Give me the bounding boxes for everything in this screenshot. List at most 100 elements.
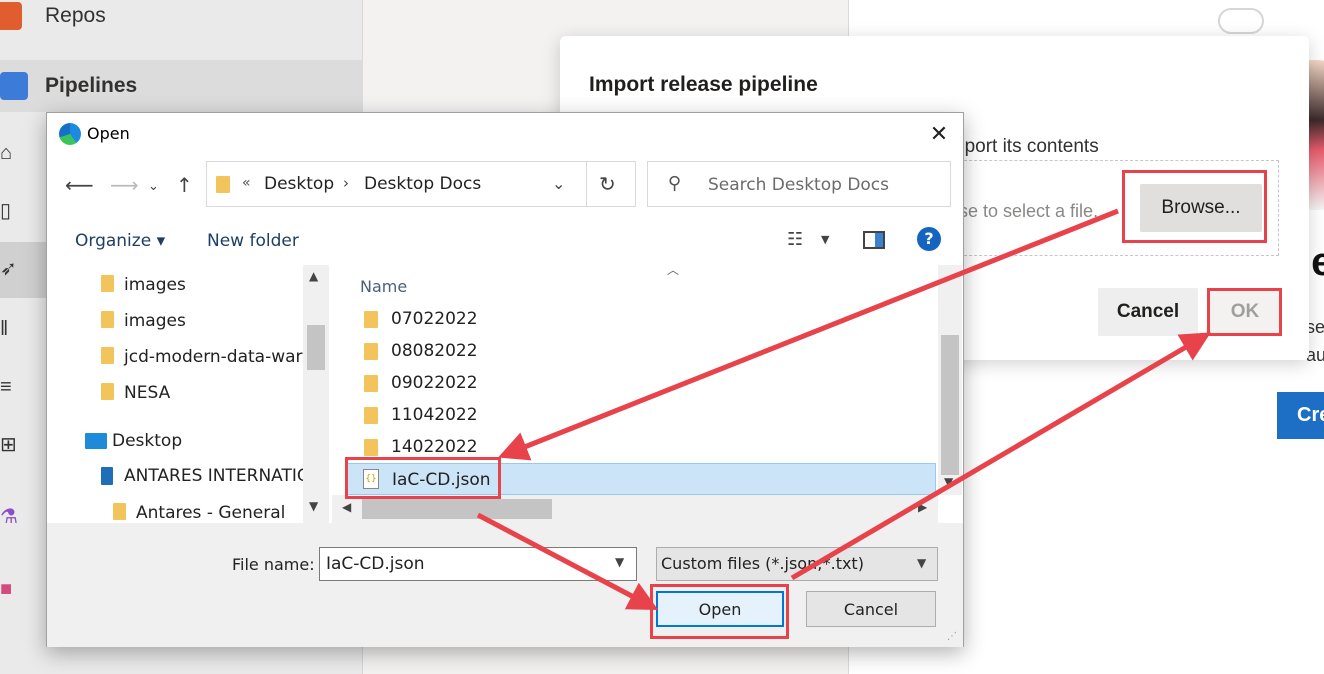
navigation-pane: images images jcd-modern-data-ware NESA … xyxy=(47,265,329,523)
folder-icon xyxy=(101,275,114,292)
folder-icon xyxy=(216,176,230,193)
folder-icon xyxy=(364,311,378,328)
chevron-down-icon[interactable]: ⌄ xyxy=(148,179,159,194)
scroll-thumb[interactable] xyxy=(307,325,325,370)
scroll-right-icon[interactable]: ▶ xyxy=(918,500,927,514)
navigation-bar: ⟵ ⟶ ⌄ ↑ « Desktop › Desktop Docs ⌄ ↻ ⚲ S… xyxy=(47,157,963,215)
sidebar-item-repos[interactable]: Repos xyxy=(0,0,363,42)
sidebar-item-label: Pipelines xyxy=(45,74,138,97)
nav-item-antares-general[interactable]: Antares - General xyxy=(136,503,285,523)
file-name-field[interactable] xyxy=(319,547,637,581)
rocket-icon: ➶ xyxy=(0,258,17,280)
column-header-name[interactable]: Name xyxy=(360,277,407,296)
chevron-down-icon[interactable]: ▼ xyxy=(615,555,624,569)
highlight-json-file xyxy=(345,457,501,499)
sort-ascending-icon: ︿ xyxy=(667,265,680,277)
refresh-icon[interactable]: ↻ xyxy=(599,172,616,196)
highlight-browse xyxy=(1122,170,1267,243)
up-arrow-icon[interactable]: ↑ xyxy=(176,173,193,197)
highlight-open xyxy=(650,584,789,639)
desktop-icon xyxy=(85,433,107,449)
file-name-label: File name: xyxy=(232,555,315,574)
dialog-titlebar[interactable]: Open ✕ xyxy=(47,113,963,157)
file-list-horizontal-scrollbar[interactable]: ◀ ▶ xyxy=(332,495,938,523)
scroll-left-icon[interactable]: ◀ xyxy=(342,500,351,514)
search-placeholder: Search Desktop Docs xyxy=(708,175,890,195)
dialog-description: nport its contents xyxy=(954,136,1099,157)
list-item[interactable]: 08082022 xyxy=(346,335,936,367)
flask-icon: ⚗ xyxy=(0,506,18,528)
open-file-dialog: Open ✕ ⟵ ⟶ ⌄ ↑ « Desktop › Desktop Docs … xyxy=(46,112,964,647)
dialog-footer: File name: ▼ Custom files (*.json;*.txt)… xyxy=(47,523,963,647)
file-name: 07022022 xyxy=(391,309,478,329)
folder-icon xyxy=(364,439,378,456)
help-icon[interactable]: ? xyxy=(917,227,941,251)
file-type-select[interactable]: Custom files (*.json;*.txt) ▼ xyxy=(656,547,938,581)
repos-icon xyxy=(0,2,22,30)
resize-grip-icon[interactable]: ⋰ xyxy=(947,631,957,642)
nav-item-images[interactable]: images xyxy=(124,275,186,295)
chevron-right-icon[interactable]: › xyxy=(343,174,349,192)
breadcrumb-desktop-docs[interactable]: Desktop Docs xyxy=(364,174,481,194)
list-item[interactable]: 07022022 xyxy=(346,303,936,335)
task-groups-icon: ≡ xyxy=(0,376,12,398)
nav-item-desktop[interactable]: Desktop xyxy=(112,431,182,451)
view-options-icon[interactable]: ☷ xyxy=(787,229,803,250)
folder-icon xyxy=(364,375,378,392)
cancel-button[interactable]: Cancel xyxy=(806,591,936,627)
new-folder-button[interactable]: New folder xyxy=(207,231,299,251)
folder-icon xyxy=(364,407,378,424)
nav-item-jcd-modern-data-ware[interactable]: jcd-modern-data-ware xyxy=(124,347,313,367)
deployment-groups-icon: ⊞ xyxy=(0,434,17,456)
factory-icon: ⌂ xyxy=(0,142,13,164)
folder-icon xyxy=(101,383,114,400)
pipelines-icon xyxy=(0,72,28,100)
cloud-icon xyxy=(1218,8,1264,34)
folder-icon xyxy=(364,343,378,360)
edge-browser-icon xyxy=(59,123,81,145)
folder-icon xyxy=(101,347,114,364)
nav-pane-scrollbar[interactable]: ▲ ▼ xyxy=(303,265,329,523)
preview-pane-icon[interactable] xyxy=(863,231,885,249)
file-name: 14022022 xyxy=(391,437,478,457)
list-item[interactable]: 11042022 xyxy=(346,399,936,431)
address-bar[interactable]: « Desktop › Desktop Docs ⌄ ↻ xyxy=(206,161,636,207)
library-icon: ‖ xyxy=(0,318,9,340)
cancel-button[interactable]: Cancel xyxy=(1098,288,1198,336)
chevron-down-icon[interactable]: ⌄ xyxy=(552,174,565,193)
organize-menu-button[interactable]: Organize ▾ xyxy=(75,231,165,251)
scroll-thumb[interactable] xyxy=(362,499,552,519)
close-icon[interactable]: ✕ xyxy=(925,121,953,149)
chevron-down-icon[interactable]: ▼ xyxy=(821,233,829,246)
scroll-down-icon[interactable]: ▼ xyxy=(309,499,318,513)
file-list-vertical-scrollbar[interactable]: ▼ xyxy=(938,265,962,495)
folder-icon xyxy=(113,503,126,520)
scroll-down-icon[interactable]: ▼ xyxy=(944,475,953,489)
divider xyxy=(586,162,587,206)
breadcrumb-desktop[interactable]: Desktop xyxy=(264,174,334,194)
create-pipeline-button[interactable]: Cre xyxy=(1277,392,1324,439)
scroll-up-icon[interactable]: ▲ xyxy=(309,269,318,283)
file-name: 09022022 xyxy=(391,373,478,393)
back-arrow-icon[interactable]: ⟵ xyxy=(65,173,94,197)
dialog-title: Open xyxy=(87,124,130,143)
artifacts-icon: ■ xyxy=(0,578,13,600)
search-input[interactable]: ⚲ Search Desktop Docs xyxy=(647,161,951,207)
folder-icon xyxy=(101,311,114,328)
list-item[interactable]: 09022022 xyxy=(346,367,936,399)
search-icon: ⚲ xyxy=(668,173,682,194)
sidebar-item-label: Repos xyxy=(45,4,106,27)
file-name: 08082022 xyxy=(391,341,478,361)
chevron-down-icon: ▼ xyxy=(917,556,927,570)
scroll-thumb[interactable] xyxy=(941,335,959,475)
sidebar-item-pipelines[interactable]: Pipelines xyxy=(0,60,363,112)
dialog-title: Import release pipeline xyxy=(589,73,818,96)
breadcrumb-overflow[interactable]: « xyxy=(242,175,251,191)
nav-item-nesa[interactable]: NESA xyxy=(124,383,170,403)
dialog-toolbar: Organize ▾ New folder ☷ ▼ ? xyxy=(47,215,963,265)
file-type-selected: Custom files (*.json;*.txt) xyxy=(661,554,864,573)
drop-zone-text: se to select a file. xyxy=(959,201,1099,221)
nav-item-images[interactable]: images xyxy=(124,311,186,331)
forward-arrow-icon[interactable]: ⟶ xyxy=(110,173,139,197)
nav-item-antares-international[interactable]: ANTARES INTERNATIO xyxy=(124,466,310,486)
